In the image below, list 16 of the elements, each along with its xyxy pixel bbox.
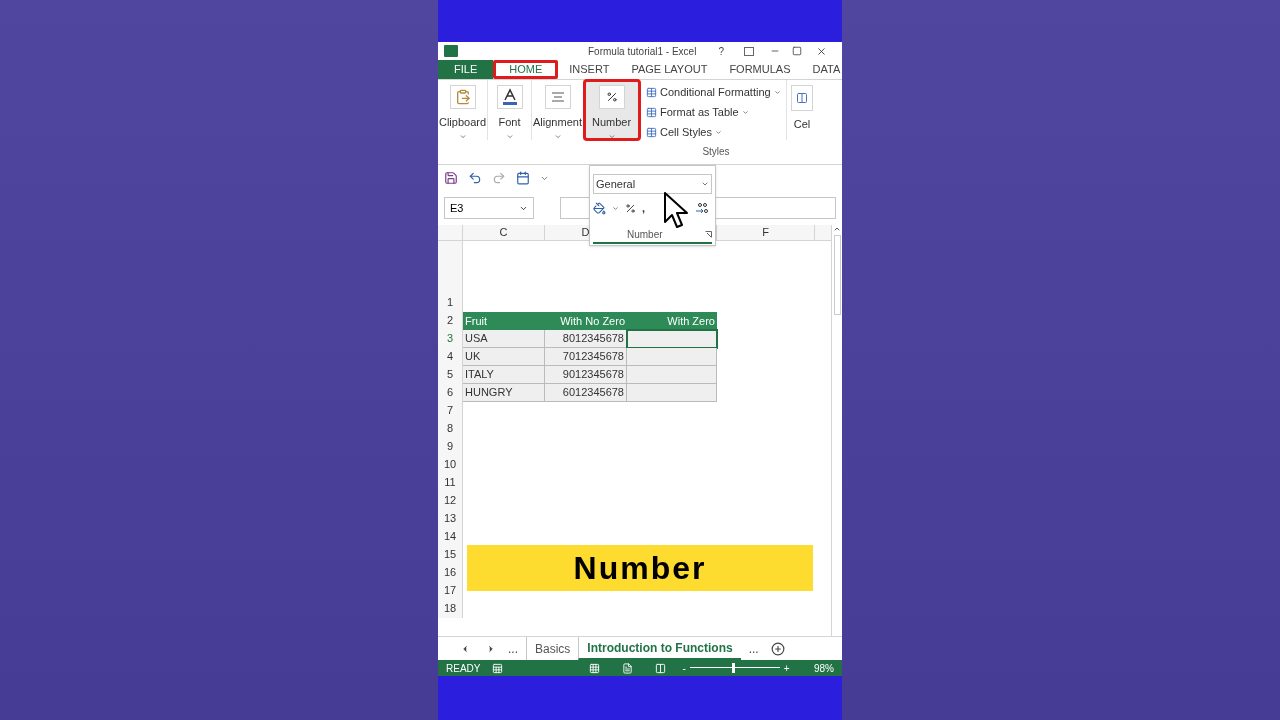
group-label: Styles [702,145,730,159]
table-cell: 6012345678 [545,384,627,402]
table-cell: ITALY [463,366,545,384]
table-cell: 7012345678 [545,348,627,366]
group-label: Number [627,228,663,242]
table-cell: HUNGRY [463,384,545,402]
table-cell: Fruit [463,312,545,330]
table-cell: With No Zero [545,312,627,330]
table-cell: With Zero [627,312,717,330]
table-cell: USA [463,330,545,348]
table-cell: 8012345678 [545,330,627,348]
table-cell: 9012345678 [545,366,627,384]
window-title: Formula tutorial1 - Excel [588,44,697,59]
table-cell: UK [463,348,545,366]
status-text: READY [446,661,481,676]
title-banner: Number [467,545,813,591]
